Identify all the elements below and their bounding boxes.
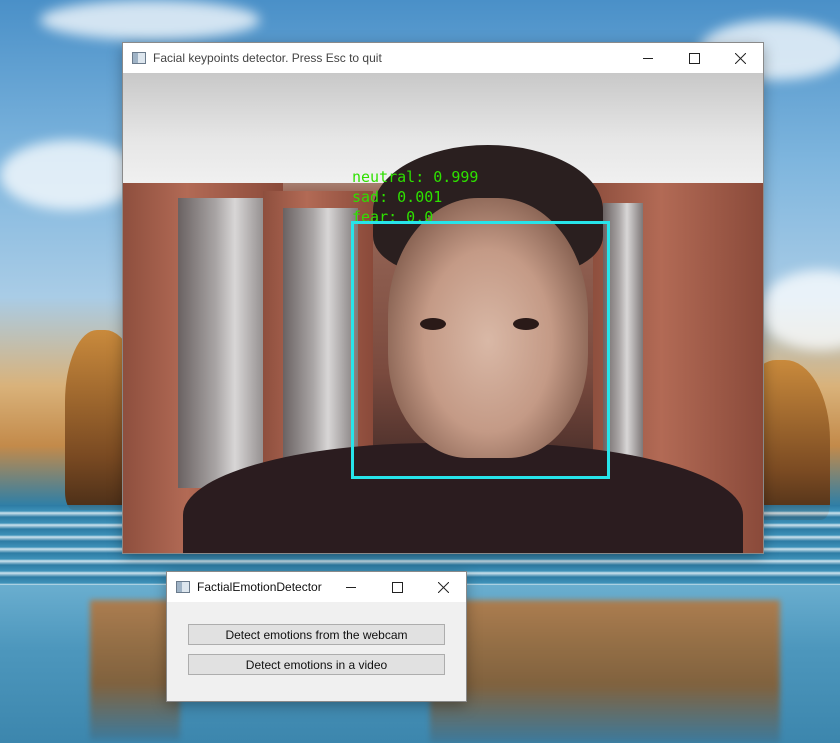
dialog-body: Detect emotions from the webcam Detect e…	[167, 602, 466, 701]
close-icon	[734, 52, 746, 64]
video-window: Facial keypoints detector. Press Esc to …	[123, 43, 763, 553]
app-window-icon	[132, 52, 146, 64]
maximize-button[interactable]	[374, 572, 420, 602]
cabinet-glass	[283, 208, 358, 478]
webcam-video-frame: neutral: 0.999 sad: 0.001 fear: 0.0	[123, 73, 763, 553]
cabinet-glass	[178, 198, 273, 488]
video-window-titlebar[interactable]: Facial keypoints detector. Press Esc to …	[123, 43, 763, 73]
maximize-icon	[391, 581, 403, 593]
emotion-label-neutral: neutral: 0.999	[352, 168, 479, 186]
maximize-button[interactable]	[671, 43, 717, 73]
emotion-detector-dialog: FactialEmotionDetector Detect emotions f…	[167, 572, 466, 701]
close-icon	[437, 581, 449, 593]
close-button[interactable]	[717, 43, 763, 73]
dialog-title: FactialEmotionDetector	[197, 580, 322, 594]
minimize-icon	[345, 586, 356, 588]
minimize-icon	[642, 57, 653, 59]
detect-video-button[interactable]: Detect emotions in a video	[188, 654, 445, 675]
cloud	[0, 140, 140, 210]
video-window-title: Facial keypoints detector. Press Esc to …	[153, 51, 382, 65]
cloud	[40, 0, 260, 40]
maximize-icon	[688, 52, 700, 64]
face-detection-box	[351, 221, 610, 479]
dialog-titlebar[interactable]: FactialEmotionDetector	[167, 572, 466, 602]
minimize-button[interactable]	[328, 572, 374, 602]
detect-webcam-button[interactable]: Detect emotions from the webcam	[188, 624, 445, 645]
app-window-icon	[176, 581, 190, 593]
close-button[interactable]	[420, 572, 466, 602]
emotion-label-sad: sad: 0.001	[352, 188, 443, 206]
minimize-button[interactable]	[625, 43, 671, 73]
cloud	[760, 270, 840, 350]
rock-reflection	[430, 600, 780, 743]
